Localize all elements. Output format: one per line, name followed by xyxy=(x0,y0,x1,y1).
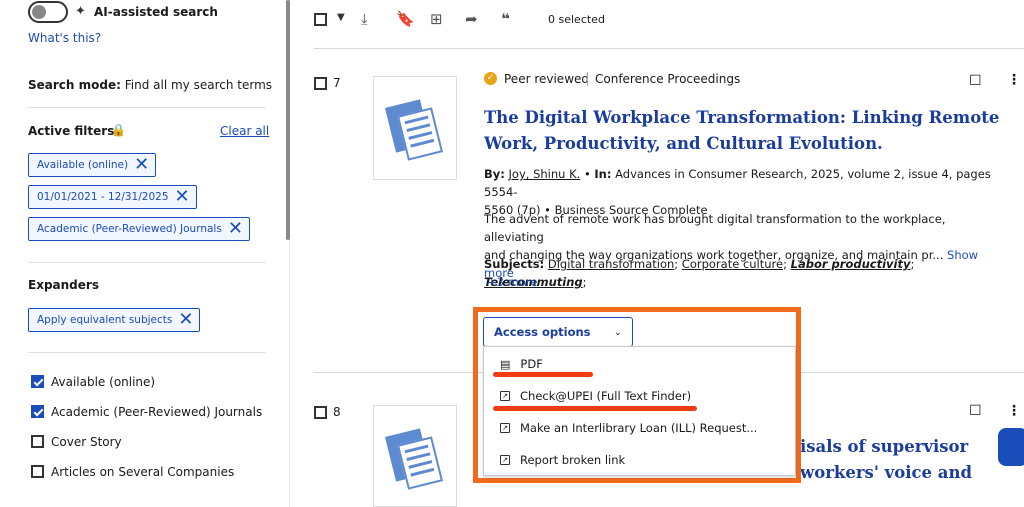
divider xyxy=(28,107,266,108)
checkbox-cover-story[interactable] xyxy=(31,435,44,448)
filter-chip-date[interactable]: 01/01/2021 - 12/31/2025 ✕ xyxy=(28,185,197,209)
chip-label: Academic (Peer-Reviewed) Journals xyxy=(37,223,222,235)
result-checkbox[interactable] xyxy=(314,77,327,90)
more-options-icon[interactable]: ⋮ xyxy=(1007,72,1021,88)
result-title[interactable]: The Digital Workplace Transformation: Li… xyxy=(484,105,999,157)
checkbox-several-companies[interactable] xyxy=(31,465,44,478)
title-line: The Digital Workplace Transformation: Li… xyxy=(484,108,1000,127)
more-subjects-link[interactable]: +3 more xyxy=(487,273,537,291)
external-link-icon: ↗ xyxy=(500,391,510,401)
clear-all-link[interactable]: Clear all xyxy=(220,124,269,138)
menu-item-label: Report broken link xyxy=(520,453,626,467)
divider xyxy=(28,262,266,263)
pdf-icon: ▤ xyxy=(500,357,511,371)
by-label: By: xyxy=(484,167,505,181)
search-mode: Search mode: Find all my search terms xyxy=(28,78,272,92)
chevron-down-icon[interactable]: ▼ xyxy=(337,12,345,23)
document-thumbnail[interactable] xyxy=(373,76,457,180)
menu-item-report-broken-link[interactable]: ↗ Report broken link xyxy=(500,453,625,467)
result-title[interactable]: isals of supervisor workers' voice and xyxy=(800,434,972,486)
access-options-button[interactable]: Access options ⌄ xyxy=(483,317,633,347)
share-icon[interactable]: ➦ xyxy=(465,10,478,28)
external-link-icon: ↗ xyxy=(500,423,510,433)
access-options-label: Access options xyxy=(494,325,591,339)
document-thumbnail[interactable] xyxy=(373,405,457,507)
chat-button[interactable] xyxy=(998,428,1024,466)
subjects: Subjects: Digital transformation; Corpor… xyxy=(484,257,915,289)
menu-item-label: Make an Interlibrary Loan (ILL) Request.… xyxy=(520,421,758,435)
more-options-icon[interactable]: ⋮ xyxy=(1007,403,1021,419)
menu-item-label: PDF xyxy=(520,357,543,371)
download-icon[interactable]: ⤓ xyxy=(361,10,368,28)
menu-item-ill-request[interactable]: ↗ Make an Interlibrary Loan (ILL) Request… xyxy=(500,421,757,435)
select-all-checkbox[interactable] xyxy=(314,13,327,26)
peer-reviewed-icon: ✓ xyxy=(484,72,497,85)
access-options-menu: ▤ PDF ↗ Check@UPEI (Full Text Finder) ↗ Mak… xyxy=(483,346,796,476)
cite-icon[interactable]: ❝ xyxy=(501,10,510,28)
chip-label: Apply equivalent subjects xyxy=(37,314,173,326)
whats-this-link[interactable]: What's this? xyxy=(28,31,101,45)
subject-link[interactable]: Labor productivity xyxy=(791,257,911,271)
checkbox-available[interactable] xyxy=(31,375,44,388)
document-icon xyxy=(396,107,444,161)
menu-item-label: Check@UPEI (Full Text Finder) xyxy=(520,389,692,403)
author-link[interactable]: Joy, Shinu K. xyxy=(509,167,581,181)
ai-search-toggle[interactable] xyxy=(28,1,68,23)
subject-link[interactable]: Corporate culture xyxy=(682,257,783,271)
menu-item-pdf[interactable]: ▤ PDF xyxy=(500,357,543,371)
title-line: isals of supervisor xyxy=(800,437,969,456)
close-icon[interactable]: ✕ xyxy=(178,311,193,329)
filter-chip-academic[interactable]: Academic (Peer-Reviewed) Journals ✕ xyxy=(28,217,250,241)
chip-label: 01/01/2021 - 12/31/2025 xyxy=(37,191,169,203)
toolbar-divider xyxy=(314,48,1024,49)
filter-chip-available[interactable]: Available (online) ✕ xyxy=(28,153,157,177)
search-mode-label: Search mode: xyxy=(28,78,121,92)
peer-reviewed-label: Peer reviewed xyxy=(504,72,590,86)
result-checkbox[interactable] xyxy=(314,406,327,419)
subject-link[interactable]: Digital transformation xyxy=(548,257,674,271)
chip-label: Available (online) xyxy=(37,159,129,171)
checkbox-label: Articles on Several Companies xyxy=(51,465,235,479)
menu-item-check-upei[interactable]: ↗ Check@UPEI (Full Text Finder) xyxy=(500,389,691,403)
sparkle-icon: ✦ xyxy=(75,4,86,19)
close-icon[interactable]: ✕ xyxy=(228,220,243,238)
separator xyxy=(587,72,588,86)
checkbox-label: Available (online) xyxy=(51,375,156,389)
check-upei-underline xyxy=(493,406,697,411)
in-label: In: xyxy=(594,167,612,181)
bookmark-icon[interactable]: 🔖 xyxy=(396,10,415,28)
subjects-label: Subjects: xyxy=(484,257,545,271)
result-number: 7 xyxy=(333,76,341,90)
chevron-down-icon: ⌄ xyxy=(613,326,622,338)
citation-line: By: Joy, Shinu K. • In: Advances in Cons… xyxy=(484,167,991,199)
document-icon xyxy=(396,436,444,490)
selected-count: 0 selected xyxy=(548,13,605,26)
title-line: workers' voice and xyxy=(800,463,972,482)
publication-type: Conference Proceedings xyxy=(595,72,741,86)
toggle-knob xyxy=(32,5,46,19)
sidebar-scrollbar[interactable] xyxy=(286,0,290,240)
external-link-icon: ↗ xyxy=(500,455,510,465)
title-line: Work, Productivity, and Cultural Evoluti… xyxy=(484,134,883,153)
close-icon[interactable]: ✕ xyxy=(175,188,190,206)
close-icon[interactable]: ✕ xyxy=(134,156,149,174)
lock-icon: 🔒 xyxy=(111,123,126,137)
pdf-underline xyxy=(493,372,593,377)
abstract-line: The advent of remote work has brought di… xyxy=(484,212,946,244)
expanders-heading: Expanders xyxy=(28,278,99,292)
add-folder-icon[interactable]: ⊞ xyxy=(430,10,443,28)
bookmark-icon[interactable]: ☐ xyxy=(969,73,982,89)
checkbox-label: Cover Story xyxy=(51,435,122,449)
ai-search-label: AI-assisted search xyxy=(94,5,218,19)
expander-chip[interactable]: Apply equivalent subjects ✕ xyxy=(28,308,201,332)
divider xyxy=(28,352,266,353)
result-number: 8 xyxy=(333,405,341,419)
filters-sidebar: ✦ AI-assisted search What's this? Search… xyxy=(0,0,290,507)
bookmark-icon[interactable]: ☐ xyxy=(969,403,982,419)
search-mode-value: Find all my search terms xyxy=(124,78,273,92)
checkbox-academic[interactable] xyxy=(31,405,44,418)
active-filters-heading: Active filters xyxy=(28,124,115,138)
checkbox-label: Academic (Peer-Reviewed) Journals xyxy=(51,405,263,419)
